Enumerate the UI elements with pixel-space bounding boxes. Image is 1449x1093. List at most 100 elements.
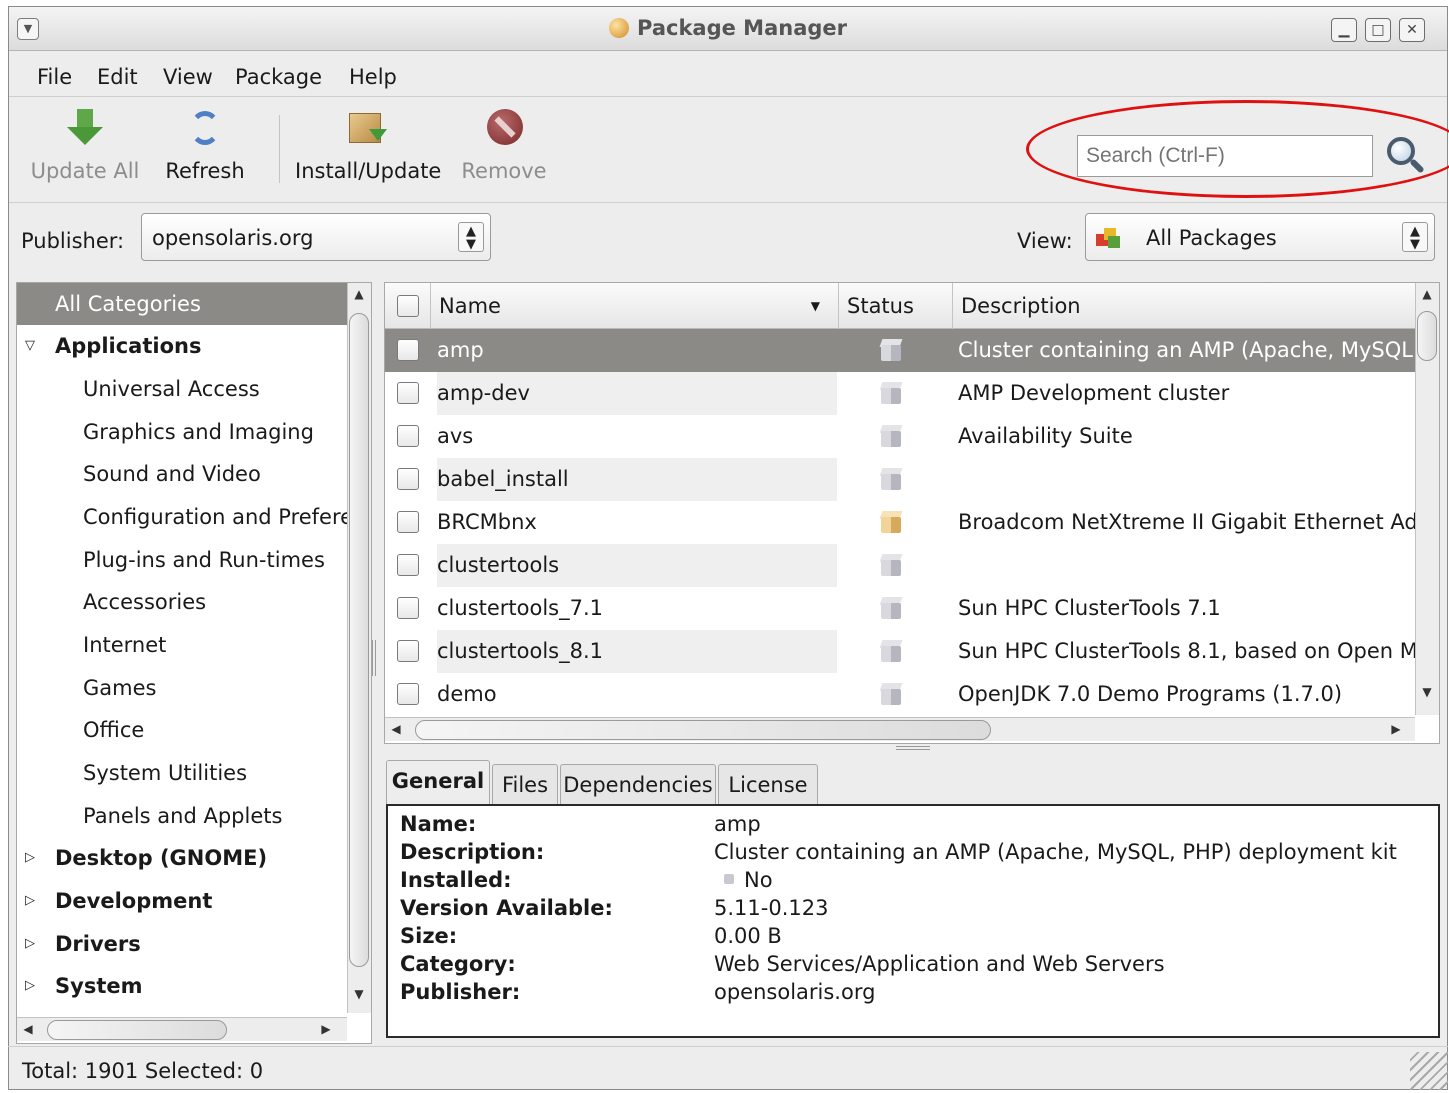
menu-edit[interactable]: Edit bbox=[97, 65, 138, 89]
scroll-thumb[interactable] bbox=[415, 720, 991, 740]
subcategory-item[interactable]: Accessories bbox=[17, 581, 347, 623]
subcategory-item[interactable]: Games bbox=[17, 667, 347, 709]
list-hscrollbar[interactable]: ◀ ▶ bbox=[385, 717, 1415, 741]
scroll-right-icon[interactable]: ▶ bbox=[1385, 718, 1407, 740]
menu-file[interactable]: File bbox=[37, 65, 72, 89]
scroll-down-icon[interactable]: ▼ bbox=[348, 983, 370, 1005]
scroll-thumb[interactable] bbox=[47, 1020, 227, 1040]
subcategory-item[interactable]: Panels and Applets bbox=[17, 795, 347, 837]
scroll-down-icon[interactable]: ▼ bbox=[1416, 681, 1438, 703]
scroll-thumb[interactable] bbox=[349, 313, 369, 967]
subcategory-item[interactable]: System Utilities bbox=[17, 752, 347, 794]
scroll-left-icon[interactable]: ◀ bbox=[385, 718, 407, 740]
all-packages-icon bbox=[1096, 226, 1122, 250]
publisher-label: Publisher: bbox=[21, 229, 125, 253]
row-checkbox[interactable] bbox=[397, 597, 419, 619]
row-checkbox[interactable] bbox=[397, 511, 419, 533]
table-row[interactable]: amp-dev AMP Development cluster bbox=[385, 372, 1415, 415]
minimize-button[interactable]: ▁ bbox=[1331, 18, 1357, 42]
select-all-checkbox[interactable] bbox=[397, 295, 419, 317]
category-hscrollbar[interactable]: ◀ ▶ bbox=[17, 1017, 347, 1041]
category-drivers[interactable]: ▷ Drivers bbox=[17, 923, 347, 965]
category-applications[interactable]: ▽ Applications bbox=[17, 325, 347, 367]
collapsed-arrow-icon[interactable]: ▷ bbox=[25, 923, 35, 965]
pane-divider[interactable] bbox=[372, 640, 376, 676]
category-system[interactable]: ▷ System bbox=[17, 965, 347, 1007]
category-all[interactable]: All Categories bbox=[17, 283, 347, 325]
remove-button[interactable]: Remove bbox=[459, 107, 549, 183]
list-header: Name ▼ Status Description bbox=[385, 283, 1415, 329]
detail-value: 0.00 B bbox=[714, 924, 782, 948]
menu-help[interactable]: Help bbox=[349, 65, 397, 89]
column-name[interactable]: Name ▼ bbox=[431, 283, 839, 329]
title-bar: ▼ Package Manager ▁ □ ✕ bbox=[9, 7, 1447, 51]
table-row[interactable]: clustertools_7.1 Sun HPC ClusterTools 7.… bbox=[385, 587, 1415, 630]
row-checkbox[interactable] bbox=[397, 425, 419, 447]
package-manager-icon bbox=[609, 18, 629, 38]
table-row[interactable]: babel_install bbox=[385, 458, 1415, 501]
category-vscrollbar[interactable]: ▲ ▼ bbox=[347, 283, 371, 1013]
scroll-thumb[interactable] bbox=[1417, 311, 1437, 361]
scroll-right-icon[interactable]: ▶ bbox=[315, 1018, 337, 1040]
category-development[interactable]: ▷ Development bbox=[17, 880, 347, 922]
tab-files[interactable]: Files bbox=[492, 764, 558, 804]
package-not-installed-icon bbox=[879, 597, 903, 621]
row-checkbox[interactable] bbox=[397, 554, 419, 576]
table-row[interactable]: avs Availability Suite bbox=[385, 415, 1415, 458]
refresh-icon bbox=[184, 107, 226, 149]
column-status[interactable]: Status bbox=[839, 283, 953, 329]
menu-view[interactable]: View bbox=[163, 65, 213, 89]
column-description[interactable]: Description bbox=[953, 283, 1415, 329]
refresh-button[interactable]: Refresh bbox=[157, 107, 253, 183]
tab-dependencies[interactable]: Dependencies bbox=[560, 764, 716, 804]
pane-splitter-handle[interactable] bbox=[896, 746, 930, 750]
detail-value: opensolaris.org bbox=[714, 980, 876, 1004]
list-vscrollbar[interactable]: ▲ ▼ bbox=[1415, 283, 1439, 715]
maximize-button[interactable]: □ bbox=[1365, 18, 1391, 42]
update-all-button[interactable]: Update All bbox=[27, 107, 143, 183]
scroll-left-icon[interactable]: ◀ bbox=[17, 1018, 39, 1040]
resize-grip-icon[interactable] bbox=[1410, 1052, 1448, 1090]
subcategory-item[interactable]: Plug-ins and Run-times bbox=[17, 539, 347, 581]
close-button[interactable]: ✕ bbox=[1399, 18, 1425, 42]
row-checkbox[interactable] bbox=[397, 468, 419, 490]
sort-arrow-icon: ▼ bbox=[810, 299, 820, 313]
collapsed-arrow-icon[interactable]: ▷ bbox=[25, 880, 35, 922]
scroll-up-icon[interactable]: ▲ bbox=[1416, 283, 1438, 305]
subcategory-item[interactable]: Graphics and Imaging bbox=[17, 411, 347, 453]
subcategory-item[interactable]: Universal Access bbox=[17, 368, 347, 410]
expanded-arrow-icon[interactable]: ▽ bbox=[25, 325, 35, 367]
publisher-combo[interactable]: opensolaris.org ▲ ▼ bbox=[141, 213, 491, 261]
scroll-up-icon[interactable]: ▲ bbox=[348, 283, 370, 305]
subcategory-item[interactable]: Sound and Video bbox=[17, 453, 347, 495]
menu-bar: File Edit View Package Help bbox=[9, 51, 1447, 97]
detail-label: Description: bbox=[400, 840, 545, 864]
menu-package[interactable]: Package bbox=[235, 65, 322, 89]
table-row[interactable]: BRCMbnx Broadcom NetXtreme II Gigabit Et… bbox=[385, 501, 1438, 544]
subcategory-item[interactable]: Internet bbox=[17, 624, 347, 666]
select-all-column[interactable] bbox=[385, 283, 431, 329]
table-row[interactable]: clustertools_8.1 Sun HPC ClusterTools 8.… bbox=[385, 630, 1418, 673]
subcategory-item[interactable]: Office bbox=[17, 709, 347, 751]
row-checkbox[interactable] bbox=[397, 640, 419, 662]
row-checkbox[interactable] bbox=[397, 382, 419, 404]
table-row[interactable]: demo OpenJDK 7.0 Demo Programs (1.7.0) bbox=[385, 673, 1415, 716]
install-update-button[interactable]: Install/Update bbox=[295, 107, 441, 183]
view-value: All Packages bbox=[1146, 226, 1277, 250]
combo-arrows-icon: ▲ ▼ bbox=[458, 222, 484, 252]
category-desktop-gnome[interactable]: ▷ Desktop (GNOME) bbox=[17, 837, 347, 879]
subcategory-item[interactable]: Configuration and Prefere bbox=[17, 496, 347, 538]
table-row[interactable]: amp Cluster containing an AMP (Apache, M… bbox=[385, 329, 1415, 372]
collapsed-arrow-icon[interactable]: ▷ bbox=[25, 837, 35, 879]
detail-label: Publisher: bbox=[400, 980, 521, 1004]
tab-license[interactable]: License bbox=[718, 764, 818, 804]
detail-value: No bbox=[724, 868, 773, 892]
table-row[interactable]: clustertools bbox=[385, 544, 1415, 587]
detail-value: Cluster containing an AMP (Apache, MySQL… bbox=[714, 840, 1397, 864]
row-checkbox[interactable] bbox=[397, 339, 419, 361]
row-checkbox[interactable] bbox=[397, 683, 419, 705]
collapsed-arrow-icon[interactable]: ▷ bbox=[25, 965, 35, 1007]
remove-icon bbox=[483, 107, 525, 149]
view-combo[interactable]: All Packages ▲ ▼ bbox=[1085, 213, 1435, 261]
tab-general[interactable]: General bbox=[386, 760, 490, 804]
